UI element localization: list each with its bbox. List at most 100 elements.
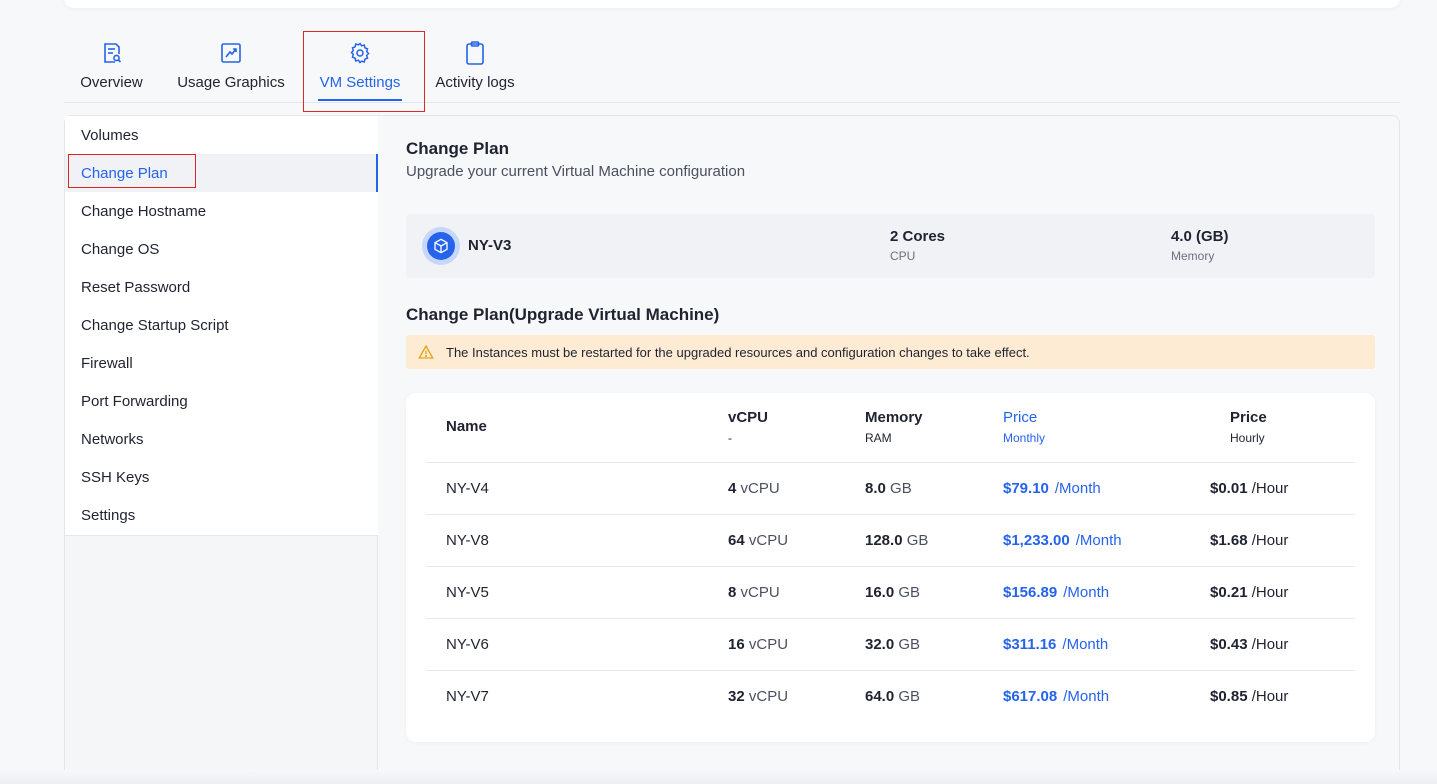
hourly-price-value: $1.68 <box>1210 532 1248 549</box>
month-unit: /Month <box>1063 688 1110 705</box>
vcpu-unit: vCPU <box>740 480 780 497</box>
current-plan-name: NY-V3 <box>468 237 512 254</box>
table-row[interactable]: NY-V6 16 vCPU 32.0 GB $311.16/Month $0.43 /H… <box>426 618 1355 670</box>
bottom-shade <box>0 770 1437 784</box>
plan-name: NY-V8 <box>446 532 489 549</box>
tab-bar: Overview Usage Graphics VM Settings Acti… <box>64 30 1400 103</box>
col-header-price-hourly-sub[interactable]: Hourly <box>1230 431 1265 445</box>
sidebar-item-volumes[interactable]: Volumes <box>65 116 378 154</box>
tab-activity-logs[interactable]: Activity logs <box>430 30 520 102</box>
sidebar-menu: Volumes Change Plan Change Hostname Chan… <box>65 116 379 536</box>
table-row[interactable]: NY-V5 8 vCPU 16.0 GB $156.89/Month $0.21 /Ho… <box>426 566 1355 618</box>
col-header-price-monthly-sub[interactable]: Monthly <box>1003 431 1045 445</box>
vcpu-value: 8 <box>728 584 737 601</box>
monthly-price-cell: $79.10/Month <box>1003 480 1101 497</box>
restart-warning-alert: The Instances must be restarted for the … <box>406 335 1375 369</box>
sidebar-item-change-os[interactable]: Change OS <box>65 230 378 268</box>
hourly-price-cell: $0.85 /Hour <box>1210 688 1288 705</box>
hour-unit: /Hour <box>1251 532 1289 549</box>
document-search-icon <box>100 40 124 66</box>
sidebar-item-change-startup-script[interactable]: Change Startup Script <box>65 306 378 344</box>
vcpu-value: 4 <box>728 480 737 497</box>
sidebar-item-port-forwarding[interactable]: Port Forwarding <box>65 382 378 420</box>
hourly-price-cell: $0.21 /Hour <box>1210 584 1288 601</box>
hour-unit: /Hour <box>1251 636 1289 653</box>
vcpu-cell: 16 vCPU <box>728 636 788 653</box>
tab-overview-label: Overview <box>80 74 143 91</box>
hourly-price-cell: $1.68 /Hour <box>1210 532 1288 549</box>
tab-activity-logs-label: Activity logs <box>435 74 515 91</box>
plan-name-cell: NY-V5 <box>446 584 489 601</box>
sidebar-item-firewall[interactable]: Firewall <box>65 344 378 382</box>
sidebar-item-settings[interactable]: Settings <box>65 496 378 534</box>
table-row[interactable]: NY-V8 64 vCPU 128.0 GB $1,233.00/Month $1.68… <box>426 514 1355 566</box>
monthly-price-value: $156.89 <box>1003 584 1058 601</box>
memory-cell: 16.0 GB <box>865 584 920 601</box>
monthly-price-cell: $311.16/Month <box>1003 636 1108 653</box>
monthly-price-cell: $1,233.00/Month <box>1003 532 1122 549</box>
sidebar-item-networks[interactable]: Networks <box>65 420 378 458</box>
current-memory-label: Memory <box>1171 249 1215 263</box>
col-header-vcpu-sub: - <box>728 431 732 445</box>
plan-name-cell: NY-V7 <box>446 688 489 705</box>
vcpu-unit: vCPU <box>748 636 789 653</box>
sidebar-item-change-plan[interactable]: Change Plan <box>65 154 378 192</box>
table-row[interactable]: NY-V7 32 vCPU 64.0 GB $617.08/Month $0.85 /H… <box>426 670 1355 722</box>
tab-overview[interactable]: Overview <box>74 30 149 102</box>
vcpu-unit: vCPU <box>748 532 789 549</box>
vcpu-cell: 4 vCPU <box>728 480 780 497</box>
plan-name-cell: NY-V8 <box>446 532 489 549</box>
sidebar-item-change-hostname[interactable]: Change Hostname <box>65 192 378 230</box>
memory-value: 64.0 <box>865 688 895 705</box>
main-panel: Change Plan Upgrade your current Virtual… <box>378 115 1400 784</box>
page-subtitle: Upgrade your current Virtual Machine con… <box>406 163 746 180</box>
col-header-memory: Memory <box>865 409 923 426</box>
col-header-price-monthly[interactable]: Price <box>1003 409 1037 426</box>
plans-table: Name vCPU - Memory RAM Price Monthly Pri… <box>406 393 1375 742</box>
plan-name: NY-V5 <box>446 584 489 601</box>
vcpu-unit: vCPU <box>740 584 780 601</box>
month-unit: /Month <box>1054 480 1101 497</box>
warning-icon <box>418 344 434 359</box>
month-unit: /Month <box>1062 636 1109 653</box>
current-cpu-value: 2 Cores <box>890 228 946 245</box>
hour-unit: /Hour <box>1251 688 1289 705</box>
vm-cube-icon <box>422 227 460 265</box>
plan-name: NY-V7 <box>446 688 489 705</box>
vcpu-value: 64 <box>728 532 745 549</box>
vcpu-cell: 8 vCPU <box>728 584 780 601</box>
plan-name-cell: NY-V6 <box>446 636 489 653</box>
sidebar-item-reset-password[interactable]: Reset Password <box>65 268 378 306</box>
table-row[interactable]: NY-V4 4 vCPU 8.0 GB $79.10/Month $0.01 /Hour <box>426 462 1355 514</box>
memory-value: 32.0 <box>865 636 895 653</box>
vcpu-cell: 64 vCPU <box>728 532 788 549</box>
memory-cell: 64.0 GB <box>865 688 920 705</box>
hourly-price-value: $0.21 <box>1210 584 1248 601</box>
memory-cell: 128.0 GB <box>865 532 928 549</box>
col-header-name: Name <box>446 418 487 435</box>
monthly-price-value: $617.08 <box>1003 688 1058 705</box>
sidebar-item-ssh-keys[interactable]: SSH Keys <box>65 458 378 496</box>
col-header-memory-sub: RAM <box>865 431 892 445</box>
hour-unit: /Hour <box>1251 480 1289 497</box>
tab-usage-graphics[interactable]: Usage Graphics <box>172 30 290 102</box>
hourly-price-value: $0.85 <box>1210 688 1248 705</box>
memory-cell: 32.0 GB <box>865 636 920 653</box>
vcpu-value: 32 <box>728 688 745 705</box>
plan-name-cell: NY-V4 <box>446 480 489 497</box>
monthly-price-value: $1,233.00 <box>1003 532 1070 549</box>
tab-vm-settings[interactable]: VM Settings <box>304 30 416 102</box>
hourly-price-value: $0.01 <box>1210 480 1248 497</box>
vcpu-unit: vCPU <box>748 688 789 705</box>
col-header-price-hourly[interactable]: Price <box>1230 409 1267 426</box>
current-memory-value: 4.0 (GB) <box>1171 228 1229 245</box>
gear-icon <box>348 40 372 66</box>
monthly-price-value: $311.16 <box>1003 636 1057 653</box>
memory-unit: GB <box>890 480 912 497</box>
line-chart-icon <box>219 40 243 66</box>
tab-vm-settings-label: VM Settings <box>319 74 401 91</box>
alert-text: The Instances must be restarted for the … <box>446 344 1030 360</box>
section-title: Change Plan(Upgrade Virtual Machine) <box>406 305 720 324</box>
monthly-price-cell: $617.08/Month <box>1003 688 1109 705</box>
month-unit: /Month <box>1075 532 1122 549</box>
